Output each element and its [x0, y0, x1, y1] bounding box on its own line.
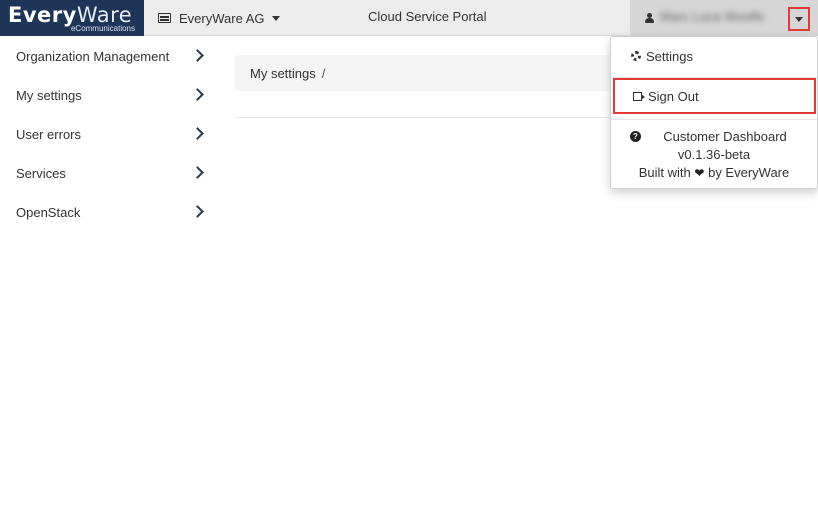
menu-item-label: Settings — [646, 48, 693, 64]
chevron-right-icon — [191, 127, 204, 140]
app-version: v0.1.36-beta — [677, 147, 751, 162]
everyware-logo[interactable]: EveryWare eCommunications — [0, 0, 144, 36]
chevron-right-icon — [191, 166, 204, 179]
user-icon — [645, 13, 654, 23]
gear-icon — [631, 51, 641, 61]
sidebar-item-label: OpenStack — [16, 205, 81, 220]
chevron-right-icon — [191, 49, 204, 62]
sidebar-item-label: My settings — [16, 88, 82, 103]
breadcrumb-separator: / — [321, 65, 326, 81]
menu-divider — [611, 119, 817, 120]
sidebar-item-label: Services — [16, 166, 66, 181]
menu-item-sign-out[interactable]: Sign Out — [613, 78, 816, 114]
breadcrumb-item-my-settings[interactable]: My settings — [250, 66, 316, 81]
logo-tagline: eCommunications — [70, 24, 135, 33]
menu-item-label: Sign Out — [648, 88, 699, 104]
sidebar-item-user-errors[interactable]: User errors — [0, 115, 220, 154]
user-menu-area[interactable]: Marc Luca Woolfe — [630, 0, 818, 36]
app-info: ? Customer Dashboard v0.1.36-beta Built … — [611, 128, 817, 182]
caret-down-icon — [272, 15, 281, 21]
user-menu-toggle-button[interactable] — [788, 7, 810, 31]
list-icon — [158, 13, 171, 23]
menu-item-settings[interactable]: Settings — [611, 45, 817, 67]
organization-name: EveryWare AG — [179, 10, 265, 26]
heart-icon: ❤ — [694, 166, 705, 180]
sign-out-icon — [633, 91, 645, 101]
sidebar-item-organization-management[interactable]: Organization Management — [0, 37, 220, 76]
top-navbar: EveryWare eCommunications EveryWare AG C… — [0, 0, 818, 36]
sidebar-item-label: Organization Management — [16, 49, 170, 64]
user-dropdown-menu: Settings Sign Out ? Customer Dashboard v… — [610, 36, 818, 189]
sidebar: Organization Management My settings User… — [0, 37, 220, 232]
question-circle-icon: ? — [630, 131, 641, 142]
built-with-line: Built with ❤ by EveryWare — [638, 165, 790, 180]
portal-title: Cloud Service Portal — [368, 9, 487, 24]
sidebar-item-my-settings[interactable]: My settings — [0, 76, 220, 115]
user-name: Marc Luca Woolfe — [660, 9, 765, 24]
chevron-right-icon — [191, 205, 204, 218]
chevron-right-icon — [191, 88, 204, 101]
app-name: Customer Dashboard — [663, 129, 787, 144]
caret-down-icon — [795, 16, 803, 22]
sidebar-item-services[interactable]: Services — [0, 154, 220, 193]
sidebar-item-openstack[interactable]: OpenStack — [0, 193, 220, 232]
sidebar-item-label: User errors — [16, 127, 82, 142]
organization-selector[interactable]: EveryWare AG — [158, 8, 281, 28]
